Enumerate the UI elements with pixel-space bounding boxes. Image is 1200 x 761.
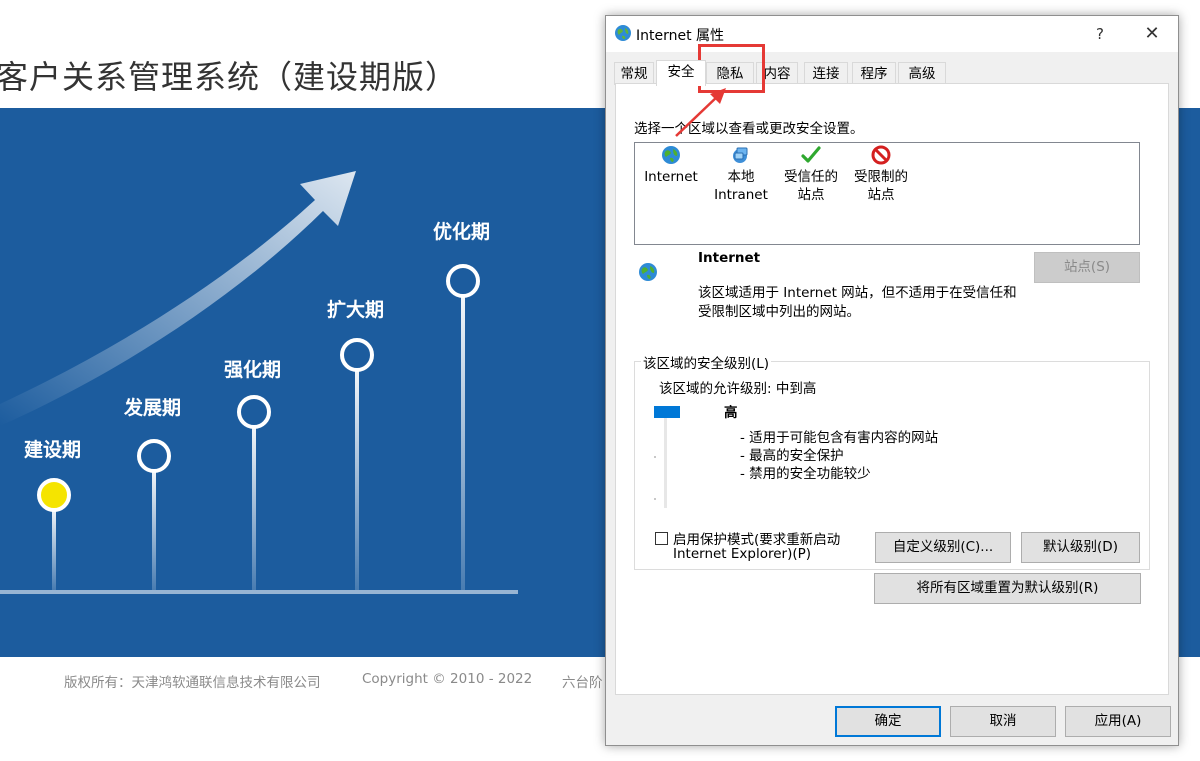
timeline-baseline xyxy=(0,590,518,594)
stage-pole xyxy=(52,508,56,590)
stage-pole xyxy=(461,296,465,590)
page-title: 客户关系管理系统（建设期版） xyxy=(0,58,459,96)
cancel-button[interactable]: 取消 xyxy=(950,706,1056,737)
sites-button[interactable]: 站点(S) xyxy=(1034,252,1140,283)
intranet-icon xyxy=(733,147,748,163)
apply-button[interactable]: 应用(A) xyxy=(1065,706,1171,737)
level-bullet: - 适用于可能包含有害内容的网站 xyxy=(740,430,939,446)
tab-connections[interactable]: 连接 xyxy=(804,62,848,85)
dialog-title: Internet 属性 xyxy=(636,28,725,44)
internet-globe-icon xyxy=(615,25,631,41)
tab-programs[interactable]: 程序 xyxy=(852,62,896,85)
stage-marker-active xyxy=(37,478,71,512)
stage-label: 扩大期 xyxy=(327,299,385,321)
ok-button[interactable]: 确定 xyxy=(835,706,941,737)
footer-copyright-owner: 版权所有：天津鸿软通联信息技术有限公司 xyxy=(64,675,321,691)
stage-pole xyxy=(152,470,156,590)
tab-security[interactable]: 安全 xyxy=(656,60,706,86)
custom-level-button[interactable]: 自定义级别(C)... xyxy=(875,532,1011,563)
help-button[interactable]: ? xyxy=(1077,16,1123,52)
selected-zone-globe-icon xyxy=(639,263,657,281)
internet-properties-dialog: Internet 属性 ? ✕ 常规 安全 隐私 内容 连接 程序 高级 选择一… xyxy=(605,15,1179,746)
default-level-button[interactable]: 默认级别(D) xyxy=(1021,532,1140,563)
zone-label: 受信任的 站点 xyxy=(784,169,838,203)
stage-pole xyxy=(252,426,256,590)
level-bullet: - 禁用的安全功能较少 xyxy=(740,466,871,482)
stage-label: 建设期 xyxy=(24,439,82,461)
security-level-name: 高 xyxy=(724,405,738,421)
footer-partial-text: 六台阶 xyxy=(562,675,603,691)
tab-general[interactable]: 常规 xyxy=(614,62,654,85)
zone-list: Internet 本地 Intranet 受信任的 站点 受限制的 站点 xyxy=(634,142,1140,245)
security-level-slider-track[interactable] xyxy=(653,408,667,508)
reset-all-zones-button[interactable]: 将所有区域重置为默认级别(R) xyxy=(874,573,1141,604)
globe-icon xyxy=(662,146,680,164)
dialog-titlebar[interactable]: Internet 属性 ? ✕ xyxy=(606,16,1178,52)
tab-content[interactable]: 内容 xyxy=(756,62,798,85)
zone-description-line2: 受限制区域中列出的网站。 xyxy=(698,304,860,320)
stage-marker xyxy=(446,264,480,298)
protected-mode-label-line2: Internet Explorer)(P) xyxy=(673,546,812,562)
restricted-icon xyxy=(871,145,891,165)
stage-marker xyxy=(340,338,374,372)
stage-label: 发展期 xyxy=(124,397,182,419)
stage-marker xyxy=(137,439,171,473)
zone-instruction: 选择一个区域以查看或更改安全设置。 xyxy=(634,121,864,137)
stage-marker xyxy=(237,395,271,429)
security-level-group-title: 该区域的安全级别(L) xyxy=(641,352,772,372)
allowed-levels-text: 该区域的允许级别: 中到高 xyxy=(659,381,817,397)
zone-label: Internet xyxy=(644,169,698,185)
checkmark-icon xyxy=(801,146,821,163)
zone-description-line1: 该区域适用于 Internet 网站，但不适用于在受信任和 xyxy=(698,285,1017,301)
footer-copyright: Copyright © 2010 - 2022 xyxy=(362,671,533,687)
zone-label: 本地 Intranet xyxy=(714,169,768,203)
tab-privacy[interactable]: 隐私 xyxy=(706,62,754,85)
zone-label: 受限制的 站点 xyxy=(854,169,908,203)
selected-zone-name: Internet xyxy=(698,250,761,266)
protected-mode-checkbox[interactable] xyxy=(655,532,668,545)
protected-mode-label-line1: 启用保护模式(要求重新启动 xyxy=(673,532,841,548)
security-level-slider-thumb[interactable] xyxy=(654,406,680,418)
stage-label: 优化期 xyxy=(433,221,491,243)
level-bullet: - 最高的安全保护 xyxy=(740,448,844,464)
close-button[interactable]: ✕ xyxy=(1129,16,1175,52)
growth-arrow-icon xyxy=(0,171,356,426)
stage-pole xyxy=(355,370,359,590)
stage-label: 强化期 xyxy=(224,359,282,381)
tab-advanced[interactable]: 高级 xyxy=(898,62,946,85)
